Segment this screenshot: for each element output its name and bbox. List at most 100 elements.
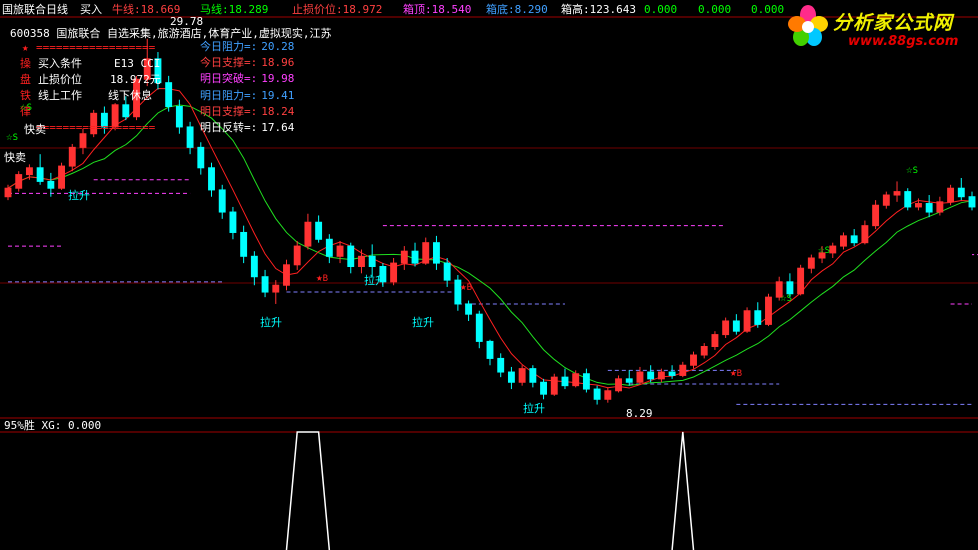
candle-body-38 xyxy=(411,250,419,264)
indicator-name: E13 CCI xyxy=(114,57,161,70)
candle-body-75 xyxy=(807,257,815,269)
candle-body-16 xyxy=(175,106,183,128)
level-5: 明日反转=: 17.64 xyxy=(200,120,295,134)
separator: ================== xyxy=(36,41,156,54)
candle-body-81 xyxy=(872,204,880,227)
candle-body-62 xyxy=(668,371,676,376)
left-label-2: 盘 xyxy=(20,73,31,86)
low-price-label: 8.29 xyxy=(626,407,653,420)
level-panel: 今日阻力=: 20.28 今日支撑=: 18.96 明日突破=: 19.98 明日阻力=: 1… xyxy=(200,39,294,136)
candle-body-83 xyxy=(893,191,901,196)
candle-body-20 xyxy=(218,189,226,213)
candle-body-84 xyxy=(904,191,912,208)
candle-body-23 xyxy=(250,255,258,278)
buy-condition: 买入条件 xyxy=(38,57,82,70)
candle-body-5 xyxy=(58,165,66,189)
candle-body-27 xyxy=(293,245,301,266)
candle-body-78 xyxy=(840,235,847,247)
candle-body-57 xyxy=(615,378,622,392)
candle-body-71 xyxy=(765,296,772,325)
xg-signal-0 xyxy=(285,431,331,550)
sell-signal-5: ☆S xyxy=(906,163,919,176)
buy-signal-3: ★B xyxy=(730,366,743,379)
chart-window: 国旅联合日线 买入 牛线:18.669 马线:18.289 止损价位:18.972 箱顶… xyxy=(0,0,978,550)
level-2: 明日突破=: 19.98 xyxy=(200,72,295,86)
logo-url: www.88gs.com xyxy=(848,34,959,49)
candle-body-82 xyxy=(882,194,890,206)
pull-up-label-3: 拉升 xyxy=(364,274,386,287)
stop-value: 18.972元 xyxy=(110,73,161,86)
candle-body-61 xyxy=(657,371,665,380)
fast-sell-label-2: 快卖 xyxy=(4,151,26,164)
candle-body-58 xyxy=(625,378,633,383)
candle-body-49 xyxy=(529,368,537,383)
chart-title: 国旅联合日线 xyxy=(2,3,68,16)
header-item-2: 马线:18.289 xyxy=(200,3,269,16)
candle-body-15 xyxy=(165,82,173,108)
candle-body-66 xyxy=(711,334,719,348)
header-item-0: 买入 xyxy=(80,3,102,16)
level-3: 明日阻力=: 19.41 xyxy=(200,88,295,102)
candle-body-6 xyxy=(68,146,76,167)
stock-name: 600358 国旅联合 xyxy=(10,27,101,40)
pull-up-label-5: 拉升 xyxy=(523,402,545,415)
candle-body-32 xyxy=(347,245,355,268)
sell-signal-2: ☆S xyxy=(6,130,19,143)
candle-body-85 xyxy=(914,203,922,208)
candle-body-50 xyxy=(540,381,548,395)
candle-body-60 xyxy=(647,371,655,380)
pull-up-label-2: 拉升 xyxy=(260,316,282,329)
candle-body-37 xyxy=(400,250,408,264)
candle-body-17 xyxy=(186,126,194,148)
candle-body-11 xyxy=(122,104,130,118)
candle-body-64 xyxy=(690,354,697,366)
candle-body-19 xyxy=(208,167,215,191)
header-item-6: 箱高:123.643 xyxy=(561,3,636,16)
candle-body-54 xyxy=(582,373,590,390)
candle-body-87 xyxy=(936,201,944,213)
pull-up-label-4: 拉升 xyxy=(412,316,434,329)
header-item-4: 箱顶:18.540 xyxy=(403,3,472,16)
flower-logo-icon xyxy=(788,5,828,46)
high-price-label: 29.78 xyxy=(170,15,204,28)
buy-signal-1: ★B xyxy=(316,271,329,284)
candle-body-77 xyxy=(829,245,837,254)
line-down-rule: 线下休息 xyxy=(108,89,152,102)
candle-body-31 xyxy=(336,245,344,257)
candle-body-28 xyxy=(304,221,312,247)
lower-panel-title: 95%胜 XG: 0.000 xyxy=(4,419,102,432)
candle-body-44 xyxy=(475,313,483,342)
candle-body-89 xyxy=(957,187,965,198)
buy-signal-2: ★B xyxy=(460,280,473,293)
header-item-9: 0.000 xyxy=(751,3,785,16)
separator-2: ================== xyxy=(36,121,156,134)
header-item-7: 0.000 xyxy=(644,3,678,16)
candle-body-56 xyxy=(604,390,612,400)
candle-body-63 xyxy=(679,364,687,376)
level-0: 今日阻力=: 20.28 xyxy=(200,40,295,53)
level-1: 今日支撑=: 18.96 xyxy=(200,56,295,70)
candle-body-30 xyxy=(325,238,333,257)
candle-body-21 xyxy=(229,211,237,233)
candle-body-43 xyxy=(465,303,473,315)
fast-sell-label-1: 快卖 xyxy=(24,123,46,136)
header-item-5: 箱底:8.290 xyxy=(486,3,548,16)
candle-body-18 xyxy=(197,146,205,169)
pull-up-label-1: 拉升 xyxy=(68,189,90,202)
star-icon: ★ xyxy=(22,41,29,54)
candle-body-25 xyxy=(272,284,280,293)
candle-body-24 xyxy=(261,276,269,293)
candle-body-53 xyxy=(572,373,580,387)
candle-body-90 xyxy=(968,196,976,208)
header-item-8: 0.000 xyxy=(698,3,732,16)
candle-body-40 xyxy=(432,242,440,264)
candle-body-67 xyxy=(722,320,730,336)
candle-body-1 xyxy=(15,174,23,189)
sell-signal-3: ☆S xyxy=(780,291,793,304)
candle-body-3 xyxy=(36,167,44,182)
candle-body-79 xyxy=(850,235,858,244)
candle-body-88 xyxy=(947,187,955,203)
sell-signal-1: ☆S xyxy=(20,100,33,113)
candle-body-86 xyxy=(925,203,933,213)
logo-text: 分析家公式网 xyxy=(833,12,954,34)
